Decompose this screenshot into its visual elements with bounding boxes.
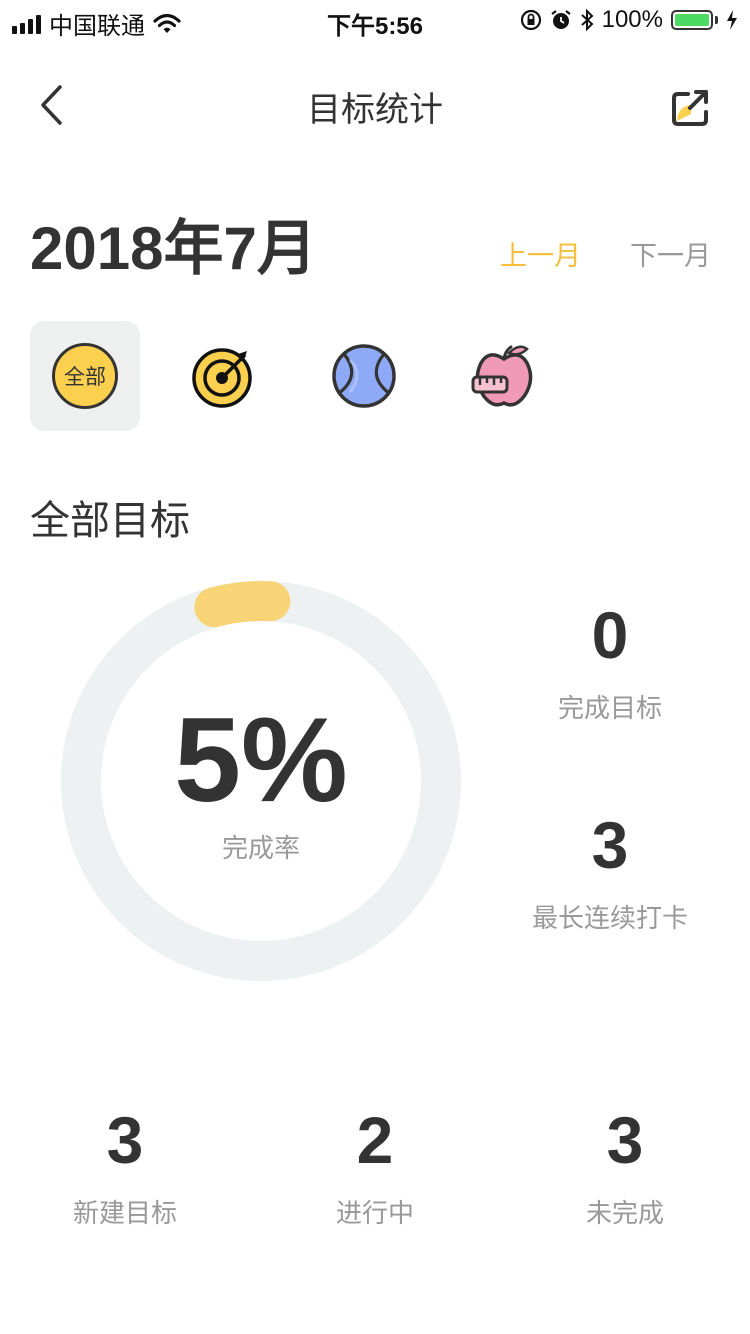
section-title: 全部目标 [30, 499, 190, 543]
incomplete-label: 未完成 [585, 1198, 664, 1228]
month-title: 2018年7月 [30, 215, 317, 282]
new-goals-value: 3 [106, 1103, 144, 1177]
target-icon [192, 348, 252, 408]
bluetooth-icon [580, 9, 594, 31]
completed-goals-value: 0 [591, 598, 629, 672]
prev-month-button[interactable]: 上一月 [500, 234, 581, 273]
orientation-lock-icon [520, 9, 541, 31]
longest-streak-value: 3 [591, 808, 629, 882]
category-all-label: 全部 [64, 366, 106, 389]
completion-rate-value: 5% [174, 693, 348, 827]
alarm-icon [550, 10, 571, 29]
in-progress-value: 2 [356, 1103, 394, 1177]
completion-rate-label: 完成率 [221, 833, 300, 863]
battery-icon [671, 10, 713, 30]
category-target[interactable] [169, 321, 279, 431]
status-bar-right: 100% [520, 6, 738, 34]
incomplete-value: 3 [606, 1103, 644, 1177]
page-title: 目标统计 [307, 91, 443, 129]
share-icon [672, 90, 708, 126]
battery-cap [715, 16, 718, 24]
apple-tape-icon [471, 345, 533, 407]
category-fitness[interactable] [449, 321, 559, 431]
completed-goals-label: 完成目标 [557, 693, 662, 723]
all-badge-icon: 全部 [52, 343, 118, 409]
status-bar: 中国联通 下午5:56 100% [0, 0, 750, 40]
next-month-button[interactable]: 下一月 [630, 234, 711, 273]
longest-streak-label: 最长连续打卡 [531, 903, 688, 933]
category-all[interactable]: 全部 [30, 321, 140, 431]
charging-icon [727, 10, 737, 30]
category-tennis[interactable] [309, 321, 419, 431]
share-button[interactable] [668, 84, 716, 132]
battery-percent: 100% [601, 6, 663, 33]
in-progress-label: 进行中 [335, 1198, 414, 1228]
new-goals-label: 新建目标 [72, 1198, 177, 1228]
tennis-ball-icon [332, 344, 396, 408]
